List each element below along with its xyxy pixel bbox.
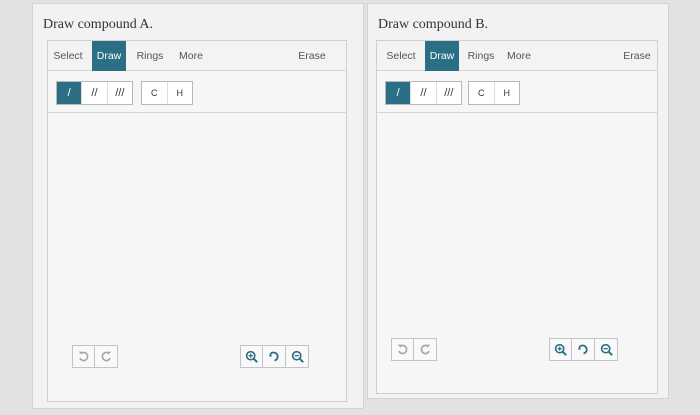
double-bond-button[interactable]: // <box>411 82 437 104</box>
single-bond-button[interactable]: / <box>386 82 412 104</box>
panel-compound-b: Draw compound B. Select Draw Rings More … <box>367 3 669 399</box>
zoom-out-icon <box>291 350 304 363</box>
redo-button[interactable] <box>95 345 118 368</box>
zoom-out-button[interactable] <box>595 338 618 361</box>
bond-group: / // /// <box>385 81 462 105</box>
tab-select[interactable]: Select <box>48 41 88 71</box>
sketcher-editor[interactable]: Select Draw Rings More Erase / // /// C … <box>47 40 347 402</box>
panel-title: Draw compound B. <box>378 17 489 32</box>
tab-rings[interactable]: Rings <box>463 41 499 71</box>
zoom-in-button[interactable] <box>549 338 572 361</box>
zoom-in-icon <box>245 350 258 363</box>
history-controls <box>72 345 118 368</box>
redo-icon <box>420 344 430 355</box>
tab-more[interactable]: More <box>175 41 207 71</box>
zoom-out-button[interactable] <box>286 345 309 368</box>
panel-title: Draw compound A. <box>43 17 154 32</box>
zoom-controls <box>549 338 618 361</box>
erase-button[interactable]: Erase <box>620 41 654 71</box>
reset-zoom-icon <box>577 344 588 355</box>
bond-group: / // /// <box>56 81 133 105</box>
redo-icon <box>101 351 111 362</box>
tool-row: / // /// C H <box>48 71 346 113</box>
tab-select[interactable]: Select <box>381 41 421 71</box>
atom-group: C H <box>468 81 520 105</box>
history-controls <box>391 338 437 361</box>
undo-icon <box>397 344 408 355</box>
panel-compound-a: Draw compound A. Select Draw Rings More … <box>32 3 364 409</box>
redo-button[interactable] <box>414 338 437 361</box>
tab-more[interactable]: More <box>503 41 535 71</box>
reset-zoom-button[interactable] <box>263 345 286 368</box>
tab-bar: Select Draw Rings More Erase <box>377 41 657 71</box>
triple-bond-button[interactable]: /// <box>108 82 132 104</box>
tab-rings[interactable]: Rings <box>132 41 168 71</box>
reset-zoom-icon <box>268 351 279 362</box>
hydrogen-atom-button[interactable]: H <box>168 82 193 104</box>
double-bond-button[interactable]: // <box>82 82 108 104</box>
sketcher-editor[interactable]: Select Draw Rings More Erase / // /// C … <box>376 40 658 394</box>
single-bond-button[interactable]: / <box>57 82 83 104</box>
carbon-atom-button[interactable]: C <box>142 82 168 104</box>
zoom-in-icon <box>554 343 567 356</box>
zoom-controls <box>240 345 309 368</box>
tab-draw[interactable]: Draw <box>425 41 459 71</box>
tool-row: / // /// C H <box>377 71 657 113</box>
undo-button[interactable] <box>72 345 95 368</box>
carbon-atom-button[interactable]: C <box>469 82 495 104</box>
tab-draw[interactable]: Draw <box>92 41 126 71</box>
triple-bond-button[interactable]: /// <box>437 82 461 104</box>
zoom-out-icon <box>600 343 613 356</box>
reset-zoom-button[interactable] <box>572 338 595 361</box>
tab-bar: Select Draw Rings More Erase <box>48 41 346 71</box>
erase-button[interactable]: Erase <box>294 41 330 71</box>
hydrogen-atom-button[interactable]: H <box>495 82 520 104</box>
undo-button[interactable] <box>391 338 414 361</box>
zoom-in-button[interactable] <box>240 345 263 368</box>
atom-group: C H <box>141 81 193 105</box>
undo-icon <box>78 351 89 362</box>
